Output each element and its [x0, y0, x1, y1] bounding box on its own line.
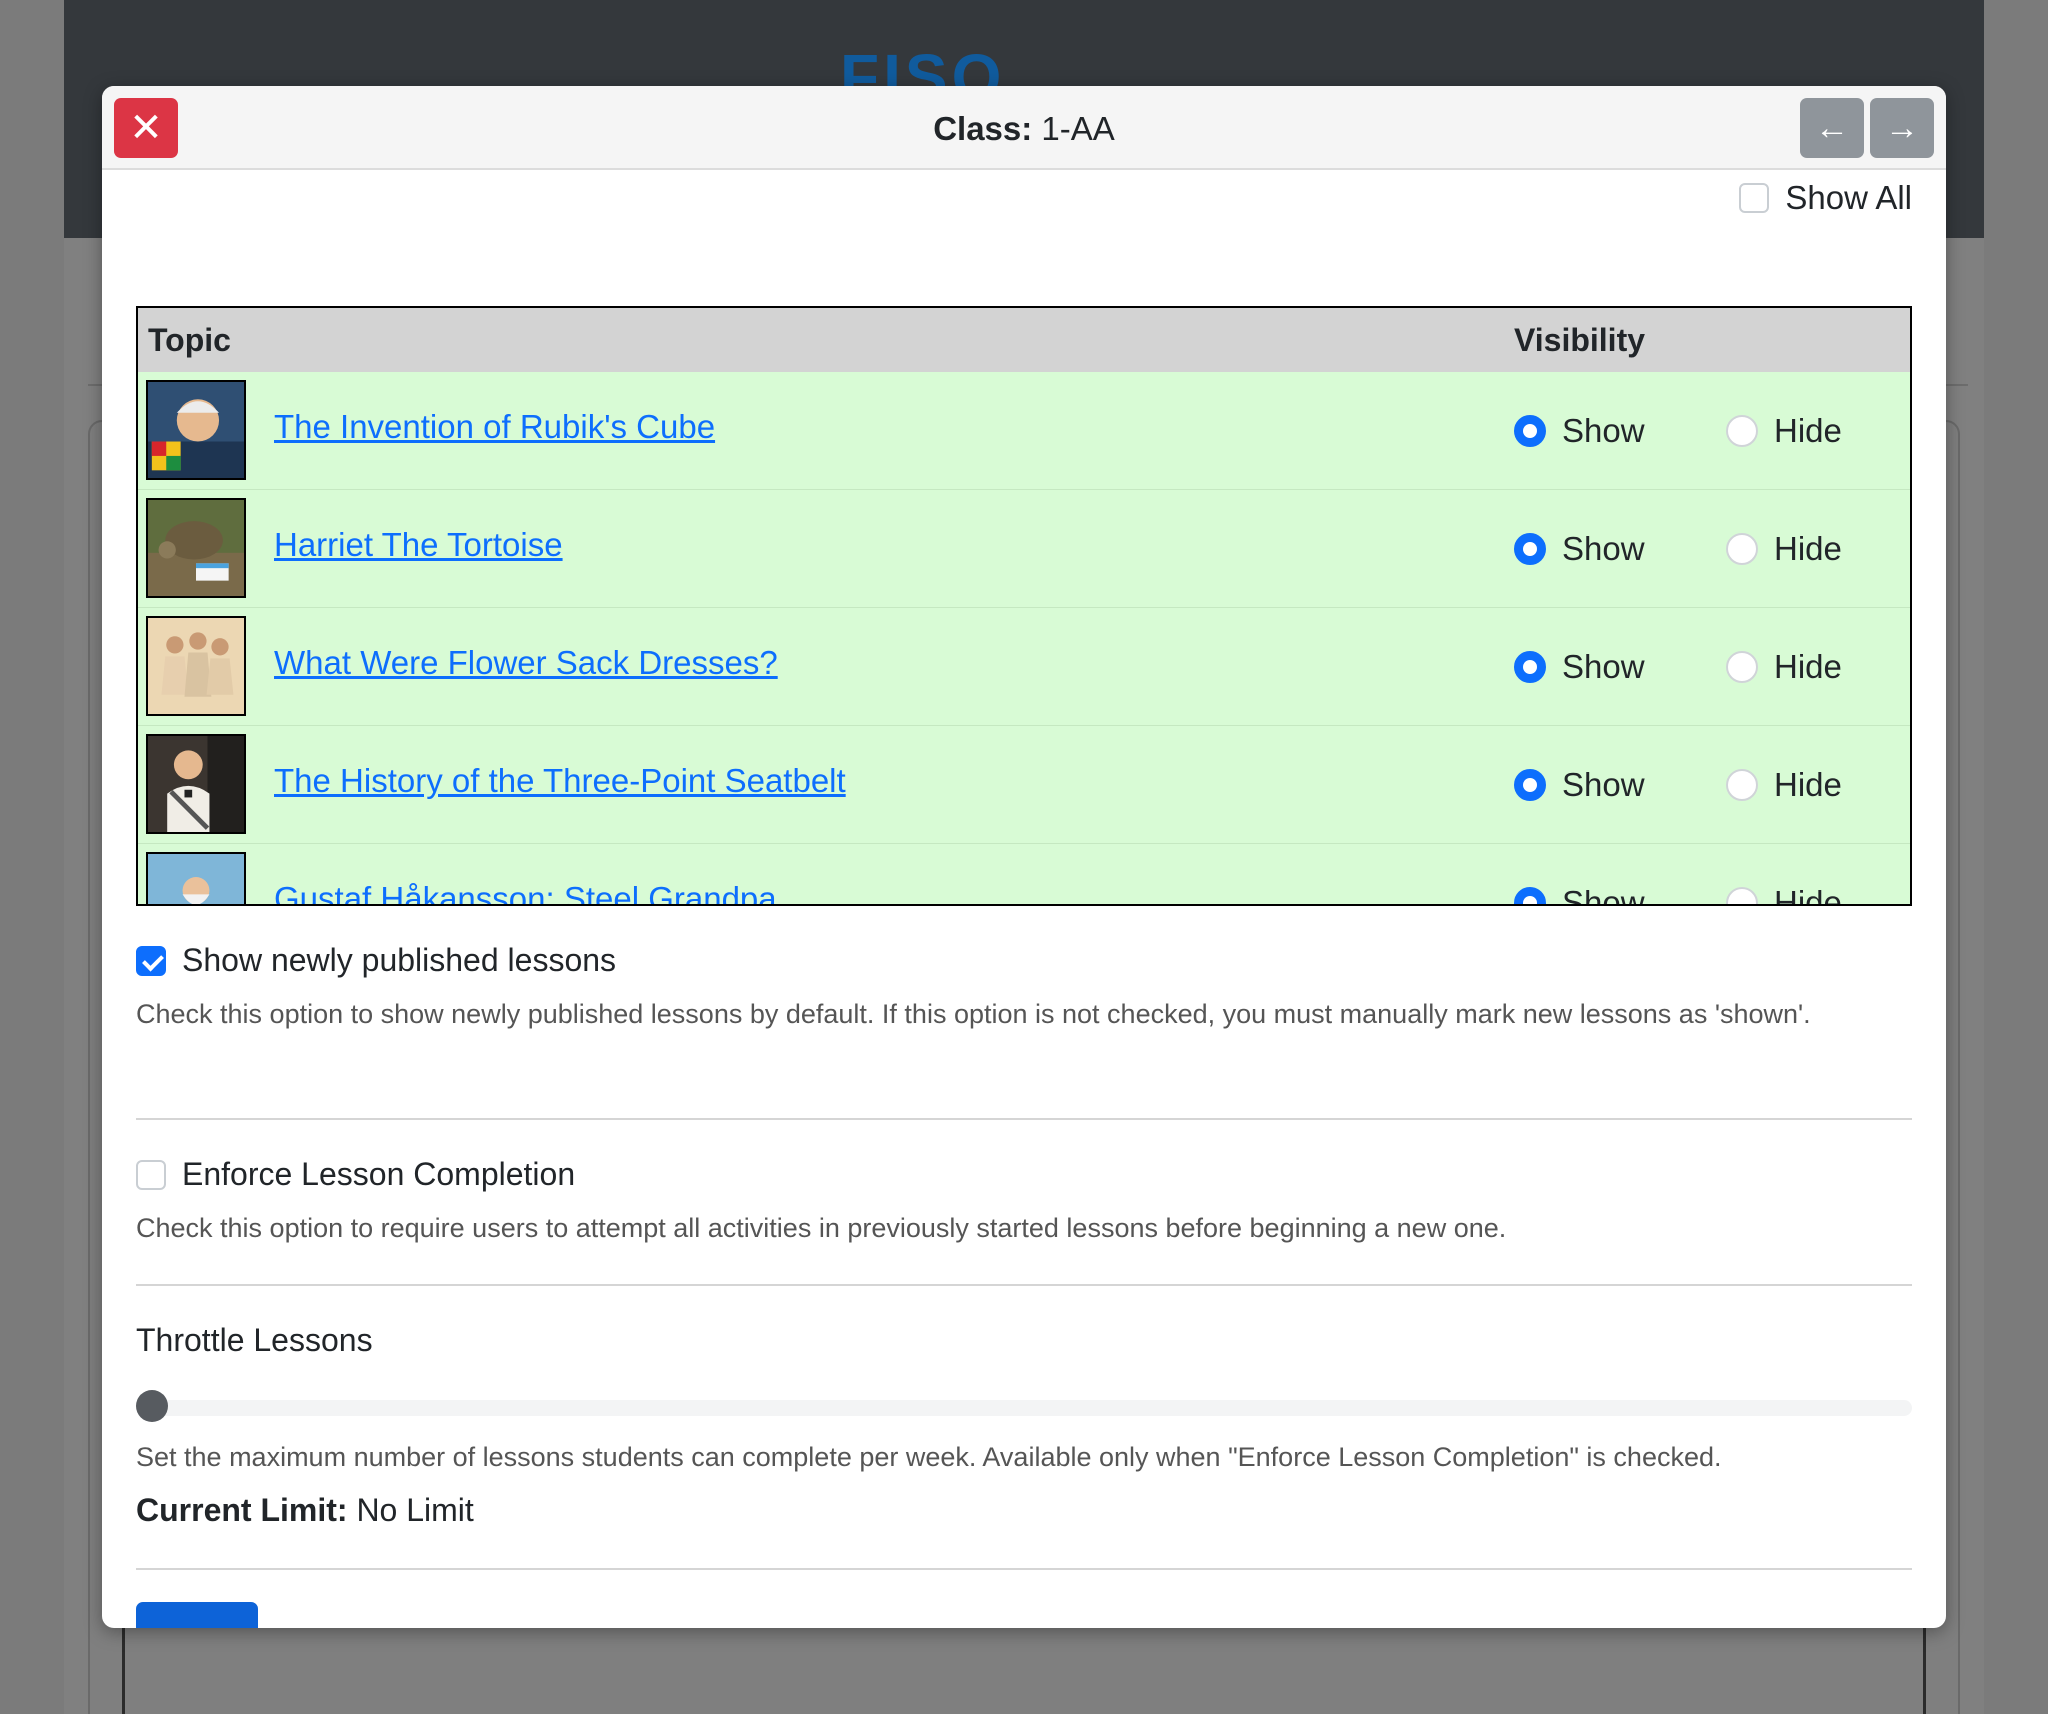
- show-all-checkbox[interactable]: [1739, 183, 1770, 213]
- previous-class-button[interactable]: ←: [1800, 98, 1864, 158]
- show-radio-label: Show: [1562, 648, 1645, 685]
- lesson-link[interactable]: What Were Flower Sack Dresses?: [274, 644, 778, 682]
- throttle-label: Throttle Lessons: [136, 1322, 373, 1358]
- next-class-button[interactable]: →: [1870, 98, 1934, 158]
- throttle-option: Throttle Lessons: [136, 1322, 1912, 1359]
- save-button[interactable]: Save: [136, 1602, 258, 1628]
- topic-visibility-table[interactable]: Topic Visibility The Invention of Rubik'…: [136, 306, 1912, 906]
- lesson-link[interactable]: Gustaf Håkansson: Steel Grandpa: [274, 880, 777, 904]
- lesson-thumbnail: [146, 498, 246, 598]
- lesson-thumbnail: [146, 616, 246, 716]
- show-all-label: Show All: [1785, 179, 1912, 216]
- hide-radio[interactable]: [1726, 769, 1758, 801]
- modal-header: ✕ Class: 1-AA ← →: [102, 86, 1946, 170]
- show-radio-label: Show: [1562, 766, 1645, 803]
- show-radio-label: Show: [1562, 884, 1645, 906]
- show-radio-label: Show: [1562, 530, 1645, 567]
- lesson-thumbnail-image: [148, 854, 244, 904]
- visibility-show-option[interactable]: Show: [1514, 530, 1645, 568]
- lesson-thumbnail: [146, 852, 246, 904]
- section-divider: [136, 1118, 1912, 1120]
- enforce-completion-label: Enforce Lesson Completion: [182, 1156, 576, 1192]
- hide-radio-label: Hide: [1774, 884, 1842, 906]
- hide-radio[interactable]: [1726, 415, 1758, 447]
- current-limit: Current Limit: No Limit: [136, 1492, 474, 1529]
- table-row: Harriet The Tortoise Show Hide: [138, 490, 1910, 608]
- table-row: The History of the Three-Point Seatbelt …: [138, 726, 1910, 844]
- lesson-thumbnail: [146, 380, 246, 480]
- throttle-slider-track[interactable]: [136, 1400, 1912, 1416]
- visibility-show-option[interactable]: Show: [1514, 648, 1645, 686]
- modal-title: Class: 1-AA: [102, 110, 1946, 148]
- lesson-thumbnail-image: [148, 500, 244, 596]
- throttle-description-block: Set the maximum number of lessons studen…: [136, 1434, 1912, 1481]
- class-modal: ✕ Class: 1-AA ← → Show All Topic Visibil…: [102, 86, 1946, 1628]
- show-radio[interactable]: [1514, 651, 1546, 683]
- arrow-right-icon: →: [1885, 109, 1919, 147]
- newly-published-toggle[interactable]: Show newly published lessons: [136, 942, 1912, 979]
- enforce-completion-checkbox[interactable]: [136, 1159, 166, 1190]
- show-radio-label: Show: [1562, 412, 1645, 449]
- modal-title-label: Class:: [933, 110, 1033, 147]
- enforce-completion-option: Enforce Lesson Completion Check this opt…: [136, 1156, 1912, 1252]
- visibility-hide-option[interactable]: Hide: [1726, 412, 1842, 450]
- visibility-show-option[interactable]: Show: [1514, 884, 1645, 906]
- newly-published-option: Show newly published lessons Check this …: [136, 942, 1912, 1038]
- hide-radio-label: Hide: [1774, 530, 1842, 567]
- table-header-row: Topic Visibility: [138, 308, 1910, 372]
- hide-radio[interactable]: [1726, 651, 1758, 683]
- visibility-show-option[interactable]: Show: [1514, 412, 1645, 450]
- visibility-hide-option[interactable]: Hide: [1726, 648, 1842, 686]
- visibility-show-option[interactable]: Show: [1514, 766, 1645, 804]
- visibility-hide-option[interactable]: Hide: [1726, 530, 1842, 568]
- background-panel: [122, 1620, 1926, 1714]
- hide-radio[interactable]: [1726, 887, 1758, 904]
- table-row: Gustaf Håkansson: Steel Grandpa Show Hid…: [138, 844, 1910, 906]
- table-row: The Invention of Rubik's Cube Show Hide: [138, 372, 1910, 490]
- lesson-link[interactable]: The Invention of Rubik's Cube: [274, 408, 715, 446]
- hide-radio-label: Hide: [1774, 412, 1842, 449]
- visibility-hide-option[interactable]: Hide: [1726, 884, 1842, 906]
- throttle-description: Set the maximum number of lessons studen…: [136, 1442, 1722, 1472]
- column-header-topic: Topic: [148, 322, 231, 358]
- arrow-left-icon: ←: [1815, 109, 1849, 147]
- throttle-slider-handle[interactable]: [136, 1390, 168, 1422]
- lesson-thumbnail-image: [148, 736, 244, 832]
- lesson-link[interactable]: Harriet The Tortoise: [274, 526, 563, 564]
- newly-published-checkbox[interactable]: [136, 945, 166, 976]
- show-radio[interactable]: [1514, 769, 1546, 801]
- hide-radio-label: Hide: [1774, 766, 1842, 803]
- show-radio[interactable]: [1514, 533, 1546, 565]
- modal-title-value: 1-AA: [1041, 110, 1115, 147]
- table-row: What Were Flower Sack Dresses? Show Hide: [138, 608, 1910, 726]
- visibility-hide-option[interactable]: Hide: [1726, 766, 1842, 804]
- current-limit-value: No Limit: [356, 1492, 474, 1528]
- column-header-visibility: Visibility: [1514, 322, 1646, 358]
- enforce-completion-toggle[interactable]: Enforce Lesson Completion: [136, 1156, 1912, 1193]
- newly-published-label: Show newly published lessons: [182, 942, 617, 978]
- section-divider: [136, 1284, 1912, 1286]
- lesson-thumbnail: [146, 734, 246, 834]
- hide-radio-label: Hide: [1774, 648, 1842, 685]
- lesson-thumbnail-image: [148, 618, 244, 714]
- hide-radio[interactable]: [1726, 533, 1758, 565]
- show-all-toggle[interactable]: Show All: [1739, 170, 1912, 226]
- newly-published-description: Check this option to show newly publishe…: [136, 999, 1811, 1029]
- show-radio[interactable]: [1514, 415, 1546, 447]
- show-radio[interactable]: [1514, 887, 1546, 904]
- current-limit-label: Current Limit:: [136, 1492, 348, 1528]
- lesson-thumbnail-image: [148, 382, 244, 478]
- enforce-completion-description: Check this option to require users to at…: [136, 1213, 1507, 1243]
- lesson-link[interactable]: The History of the Three-Point Seatbelt: [274, 762, 846, 800]
- section-divider: [136, 1568, 1912, 1570]
